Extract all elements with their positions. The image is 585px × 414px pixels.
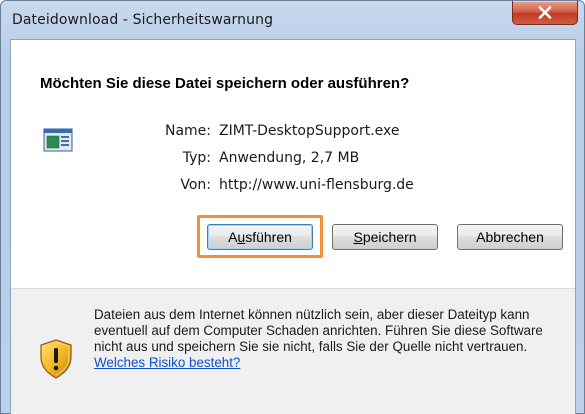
close-button[interactable] bbox=[512, 1, 578, 25]
file-source-label: Von: bbox=[180, 177, 211, 193]
file-type-row: Typ: Anwendung, 2,7 MB bbox=[141, 150, 481, 170]
file-source-row: Von: http://www.uni-flensburg.de bbox=[141, 177, 481, 197]
file-name-value: ZIMT-DesktopSupport.exe bbox=[219, 123, 400, 139]
title-bar[interactable]: Dateidownload - Sicherheitswarnung bbox=[1, 1, 584, 39]
file-type-label: Typ: bbox=[182, 150, 211, 166]
window-title: Dateidownload - Sicherheitswarnung bbox=[12, 12, 274, 28]
risk-info-link[interactable]: Welches Risiko besteht? bbox=[94, 355, 240, 370]
run-button[interactable]: Ausführen bbox=[207, 224, 313, 250]
save-button[interactable]: Speichern bbox=[332, 224, 438, 250]
warning-text: Dateien aus dem Internet können nützlich… bbox=[94, 307, 543, 354]
warning-message: Dateien aus dem Internet können nützlich… bbox=[94, 307, 564, 371]
save-button-label: Speichern bbox=[353, 229, 417, 245]
security-shield-warning-icon bbox=[40, 339, 72, 379]
dialog-question: Möchten Sie diese Datei speichern oder a… bbox=[40, 75, 410, 92]
run-button-label: Ausführen bbox=[228, 229, 292, 245]
application-file-icon bbox=[43, 128, 73, 152]
cancel-button[interactable]: Abbrechen bbox=[457, 224, 563, 250]
file-source-value: http://www.uni-flensburg.de bbox=[219, 177, 414, 193]
download-dialog-window: Dateidownload - Sicherheitswarnung Möcht… bbox=[0, 0, 585, 414]
close-icon bbox=[538, 6, 552, 19]
file-name-row: Name: ZIMT-DesktopSupport.exe bbox=[141, 123, 481, 143]
cancel-button-label: Abbrechen bbox=[476, 229, 544, 245]
file-type-value: Anwendung, 2,7 MB bbox=[219, 150, 360, 166]
file-name-label: Name: bbox=[164, 123, 211, 139]
security-warning-panel: Dateien aus dem Internet können nützlich… bbox=[11, 289, 575, 414]
dialog-body: Möchten Sie diese Datei speichern oder a… bbox=[10, 39, 576, 414]
